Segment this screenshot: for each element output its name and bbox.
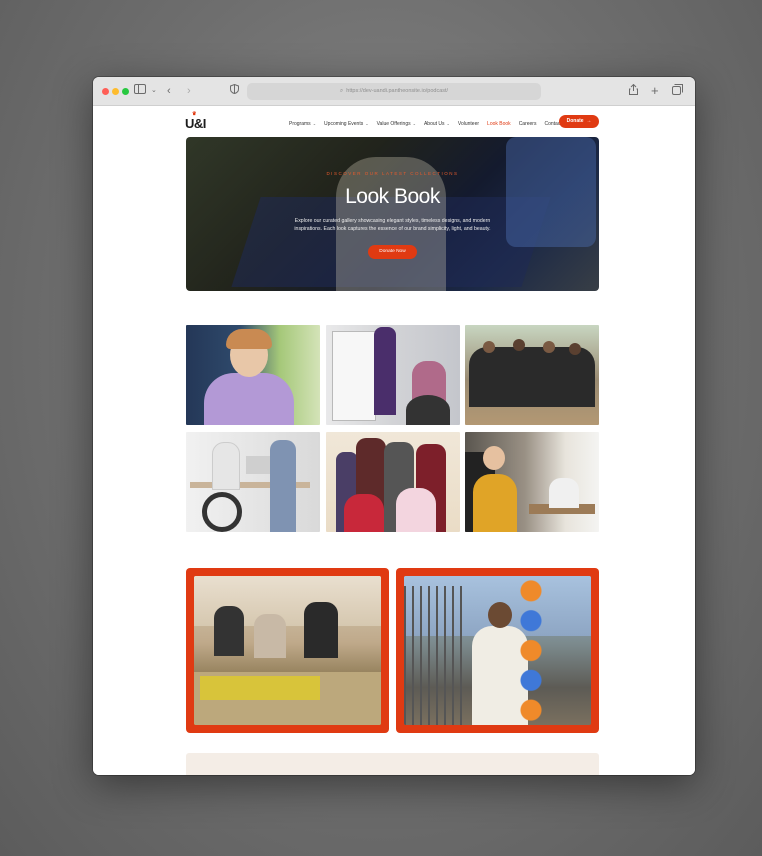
site-logo[interactable]: ♛ U&I [185, 111, 206, 131]
hero-title: Look Book [345, 185, 440, 208]
nav-item-label: Upcoming Events [324, 121, 364, 127]
webpage: ♛ U&I Programs ⌄ Upcoming Events ⌄ Value O… [93, 107, 695, 775]
nav-item-label: Careers [518, 121, 537, 127]
hero-eyebrow: DISCOVER OUR LATEST COLLECTIONS [326, 171, 459, 176]
next-section-preview [186, 753, 599, 775]
featured-card[interactable] [186, 568, 389, 733]
gallery-photo[interactable] [186, 432, 320, 532]
close-window-button[interactable] [102, 88, 109, 95]
tabs-overview-icon[interactable] [672, 84, 683, 99]
donate-now-button[interactable]: Donate Now [368, 245, 417, 259]
chevron-down-icon: ⌄ [446, 121, 450, 126]
chevron-down-icon[interactable]: ⌄ [151, 84, 157, 98]
nav-item-about-us[interactable]: About Us ⌄ [424, 121, 450, 127]
back-arrow-icon[interactable]: ‹ [167, 84, 171, 98]
gallery-photo[interactable] [326, 432, 460, 532]
gallery-photo[interactable] [326, 325, 460, 425]
sidebar-icon[interactable] [134, 84, 146, 98]
shield-icon[interactable] [230, 83, 239, 98]
donate-button[interactable]: Donate → [559, 115, 599, 128]
gallery-photo[interactable] [186, 325, 320, 425]
crown-icon: ♛ [192, 111, 196, 117]
nav-item-label: Look Book [487, 121, 511, 127]
arrow-right-icon: → [584, 118, 592, 124]
featured-card[interactable] [396, 568, 599, 733]
gallery-photo[interactable] [465, 325, 599, 425]
nav-item-careers[interactable]: Careers [519, 121, 537, 127]
chevron-down-icon: ⌄ [412, 121, 416, 126]
gallery-photo[interactable] [465, 432, 599, 532]
browser-titlebar: ⌄ ‹ › ⌕ https://dev-uandi.pantheonsite.io… [93, 77, 695, 106]
featured-photo [404, 576, 591, 725]
nav-item-volunteer[interactable]: Volunteer [458, 121, 479, 127]
nav-item-label: Value Offerings [376, 121, 411, 127]
share-icon[interactable] [629, 83, 638, 99]
featured-photo [194, 576, 381, 725]
hero-description: Explore our curated gallery showcasing e… [294, 218, 491, 232]
nav-item-label: About Us [423, 121, 445, 127]
hero-banner: DISCOVER OUR LATEST COLLECTIONS Look Boo… [186, 137, 599, 291]
nav-item-label: Volunteer [457, 121, 480, 127]
nav-item-look-book[interactable]: Look Book [487, 121, 511, 127]
forward-arrow-icon[interactable]: › [187, 84, 191, 98]
browser-window: ⌄ ‹ › ⌕ https://dev-uandi.pantheonsite.io… [93, 77, 695, 775]
main-nav: Programs ⌄ Upcoming Events ⌄ Value Offerin… [289, 119, 570, 129]
new-tab-icon[interactable]: + [651, 84, 659, 97]
nav-item-label: Programs [289, 121, 311, 127]
minimize-window-button[interactable] [112, 88, 119, 95]
nav-item-upcoming-events[interactable]: Upcoming Events ⌄ [324, 121, 369, 127]
donate-button-label: Donate [566, 118, 584, 124]
site-logo-text: U&I [185, 116, 206, 131]
nav-item-value-offerings[interactable]: Value Offerings ⌄ [377, 121, 416, 127]
address-bar[interactable]: ⌕ https://dev-uandi.pantheonsite.io/podca… [247, 83, 541, 100]
chevron-down-icon: ⌄ [365, 121, 369, 126]
address-bar-url: https://dev-uandi.pantheonsite.io/podcas… [346, 88, 449, 94]
search-icon: ⌕ [339, 88, 344, 94]
chevron-down-icon: ⌄ [312, 121, 317, 126]
nav-item-programs[interactable]: Programs ⌄ [289, 121, 316, 127]
zoom-window-button[interactable] [122, 88, 129, 95]
